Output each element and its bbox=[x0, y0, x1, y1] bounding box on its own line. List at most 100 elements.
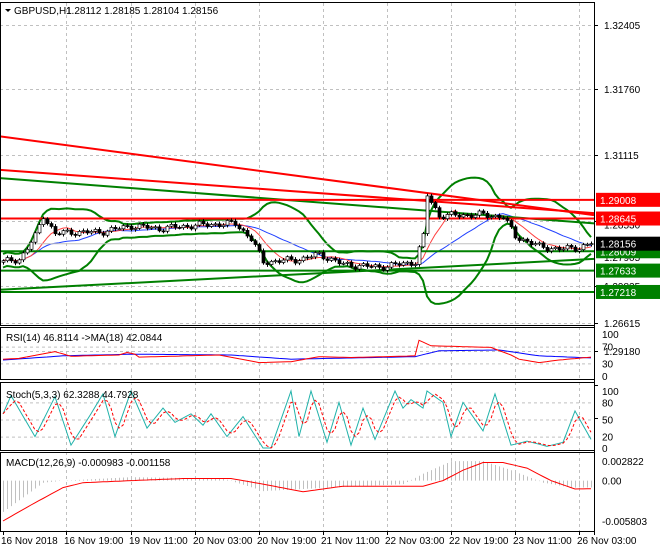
price-panel[interactable] bbox=[0, 135, 595, 305]
price-tick-label: 1.32405 bbox=[604, 21, 641, 32]
candle-body bbox=[557, 246, 562, 251]
candle-body bbox=[497, 214, 502, 219]
candle bbox=[177, 225, 182, 230]
candle bbox=[117, 226, 122, 231]
stoch-tick-label: 100 bbox=[602, 387, 619, 398]
candle-body bbox=[137, 223, 142, 229]
candle-body bbox=[253, 240, 258, 245]
candle bbox=[289, 254, 294, 261]
candle-body bbox=[317, 252, 322, 254]
candle-body bbox=[61, 230, 66, 235]
candle-body bbox=[441, 216, 446, 220]
candle-body bbox=[345, 262, 350, 264]
candle-body bbox=[225, 220, 230, 226]
candle-body bbox=[9, 257, 14, 262]
candle-body bbox=[125, 225, 130, 227]
macd-tick-label: -0.005803 bbox=[602, 517, 647, 528]
candle bbox=[417, 245, 422, 267]
candle-body bbox=[361, 263, 366, 266]
chart-ohlc: 1.28112 1.28185 1.28104 1.28156 bbox=[66, 6, 219, 17]
candle-body bbox=[185, 224, 190, 228]
candle-body bbox=[113, 227, 118, 230]
candle-body bbox=[133, 228, 138, 230]
candle-body bbox=[241, 228, 246, 231]
candle-body bbox=[229, 220, 234, 222]
macd-panel[interactable] bbox=[2, 461, 592, 522]
trading-chart[interactable]: 16 Nov 2018 16 Nov 19:00 19 Nov 11:00 20 No… bbox=[0, 0, 660, 550]
candle bbox=[53, 224, 58, 236]
candle-body bbox=[449, 211, 454, 215]
candle-body bbox=[65, 229, 70, 232]
candle bbox=[249, 233, 254, 243]
candle-body bbox=[157, 226, 162, 232]
candle-body bbox=[517, 237, 522, 241]
candle-body bbox=[461, 214, 466, 218]
candle-body bbox=[469, 214, 474, 218]
candle-body bbox=[333, 257, 338, 261]
candle-body bbox=[189, 226, 194, 230]
candle-body bbox=[49, 223, 54, 227]
candle-body bbox=[181, 224, 186, 229]
candle bbox=[169, 222, 174, 228]
candle-body bbox=[309, 256, 314, 259]
candle-body bbox=[413, 264, 418, 266]
candle-body bbox=[577, 249, 582, 252]
price-tick-label: 1.26615 bbox=[604, 319, 641, 330]
time-tick-label: 16 Nov 2018 bbox=[1, 536, 58, 547]
stoch-tick-label: 0 bbox=[602, 444, 608, 455]
candle bbox=[185, 223, 190, 229]
price-tag-label: 1.28645 bbox=[600, 215, 637, 226]
candle-body bbox=[37, 224, 42, 234]
candle-body bbox=[565, 245, 570, 250]
candle bbox=[5, 255, 10, 263]
candle bbox=[29, 240, 34, 252]
candle-body bbox=[177, 227, 182, 229]
candle-body bbox=[297, 260, 302, 264]
candle-body bbox=[117, 228, 122, 231]
candle-body bbox=[273, 260, 278, 263]
candle bbox=[261, 248, 266, 265]
candle-body bbox=[485, 212, 490, 218]
candle bbox=[445, 212, 450, 221]
candle bbox=[361, 262, 366, 267]
stoch-tick-label: 50 bbox=[602, 416, 614, 427]
candle-body bbox=[153, 226, 158, 229]
candle-body bbox=[549, 248, 554, 252]
candle bbox=[77, 229, 82, 237]
candle-body bbox=[569, 245, 574, 248]
candle-body bbox=[233, 220, 238, 226]
time-tick-label: 20 Nov 19:00 bbox=[257, 536, 317, 547]
dropdown-arrow-icon[interactable] bbox=[5, 9, 11, 12]
candle-body bbox=[513, 226, 518, 239]
candle bbox=[209, 222, 214, 228]
candle-body bbox=[193, 224, 198, 230]
time-tick-label: 20 Nov 03:00 bbox=[193, 536, 253, 547]
candle-body bbox=[289, 256, 294, 260]
candle bbox=[513, 224, 518, 240]
candle-body bbox=[257, 244, 262, 252]
candle bbox=[105, 229, 110, 238]
time-tick-label: 26 Nov 03:00 bbox=[577, 536, 637, 547]
candle bbox=[477, 209, 482, 218]
candle-body bbox=[509, 220, 514, 228]
candle-body bbox=[13, 260, 18, 264]
candle bbox=[573, 244, 578, 253]
candle bbox=[193, 223, 198, 232]
candle-body bbox=[329, 257, 334, 261]
candle bbox=[157, 224, 162, 233]
candle-body bbox=[457, 214, 462, 218]
candle-body bbox=[321, 252, 326, 260]
candle bbox=[273, 258, 278, 264]
stoch-tick-label: 20 bbox=[602, 433, 614, 444]
candle bbox=[165, 224, 170, 234]
candle-body bbox=[505, 217, 510, 221]
candle bbox=[205, 221, 210, 229]
candle-body bbox=[501, 217, 506, 220]
candle bbox=[425, 193, 430, 236]
panel-frame bbox=[0, 2, 595, 326]
candle-body bbox=[209, 224, 214, 227]
candle-body bbox=[373, 264, 378, 268]
price-tick-label: 1.31760 bbox=[604, 85, 641, 96]
candle-body bbox=[473, 214, 478, 218]
candle bbox=[217, 221, 222, 229]
